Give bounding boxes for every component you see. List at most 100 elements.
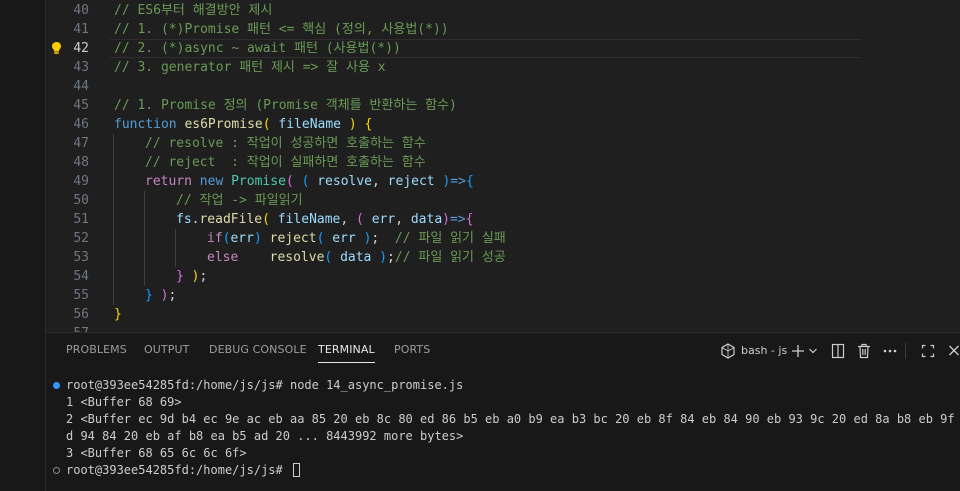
- code-token: fs: [176, 212, 192, 227]
- code-token: (: [262, 117, 271, 132]
- code-line[interactable]: 42 // 2. (*)async ~ await 패턴 (사용법(*)): [46, 39, 960, 58]
- code-line[interactable]: 43 // 3. generator 패턴 제시 => 잘 사용 x: [46, 58, 960, 77]
- indent-guide: [144, 191, 145, 286]
- line-number: 40: [73, 3, 89, 18]
- tab-problems[interactable]: PROBLEMS: [66, 343, 127, 356]
- code-line[interactable]: 44: [46, 77, 960, 96]
- code-line[interactable]: 56}: [46, 305, 960, 324]
- code-text: fs.readFile( fileName, ( err, data)=>{: [176, 210, 473, 229]
- code-line[interactable]: 49 return new Promise( ( resolve, reject …: [46, 172, 960, 191]
- code-token: resolve: [309, 174, 373, 189]
- code-text: function es6Promise( fileName ) {: [114, 115, 372, 134]
- terminal-cursor[interactable]: [292, 463, 300, 477]
- code-text: // 작업 -> 파일읽기: [176, 191, 303, 210]
- code-token: es6Promise: [184, 117, 263, 132]
- close-panel-button[interactable]: [948, 342, 960, 360]
- indent-guide: [175, 229, 176, 267]
- trash-icon: [857, 342, 871, 360]
- code-line[interactable]: 53 else resolve( data );// 파일 읽기 성공: [46, 248, 960, 267]
- line-number: 49: [73, 174, 89, 189]
- code-line[interactable]: 41 // 1. (*)Promise 패턴 <= 핵심 (정의, 사용법(*)): [46, 20, 960, 39]
- code-token: return: [145, 174, 192, 189]
- plus-icon: [791, 342, 805, 360]
- code-text: // 1. Promise 정의 (Promise 객체를 반환하는 함수): [114, 96, 457, 115]
- command-success-decoration-icon[interactable]: [53, 382, 60, 389]
- tab-debug-console[interactable]: DEBUG CONSOLE: [209, 343, 307, 356]
- line-number: 42: [73, 41, 89, 56]
- terminal-line-text: root@393ee54285fd:/home/js/js# node 14_a…: [66, 378, 464, 392]
- code-token: =>: [450, 174, 466, 189]
- line-number: 57: [46, 324, 89, 332]
- code-line[interactable]: 51 fs.readFile( fileName, ( err, data)=>{: [46, 210, 960, 229]
- code-text: return new Promise( ( resolve, reject )=…: [145, 172, 474, 191]
- line-number: 48: [73, 155, 89, 170]
- terminal-output[interactable]: root@393ee54285fd:/home/js/js# node 14_a…: [52, 377, 960, 479]
- code-token: {: [465, 212, 474, 227]
- tab-ports[interactable]: PORTS: [394, 343, 430, 356]
- code-line[interactable]: 40 // ES6부터 해결방안 제시: [46, 1, 960, 20]
- code-line[interactable]: 47 // resolve : 작업이 성공하면 호출하는 함수: [46, 134, 960, 153]
- code-line[interactable]: 50 // 작업 -> 파일읽기: [46, 191, 960, 210]
- code-line[interactable]: 48 // reject : 작업이 실패하면 호출하는 함수: [46, 153, 960, 172]
- code-line[interactable]: 46 function es6Promise( fileName ) {: [46, 115, 960, 134]
- code-line[interactable]: 55} );: [46, 286, 960, 305]
- new-terminal-button[interactable]: [791, 342, 805, 360]
- terminal-line: 2 <Buffer ec 9d b4 ec 9e ac eb aa 85 20 …: [52, 411, 960, 428]
- line-number: 51: [73, 212, 89, 227]
- code-token: function: [114, 117, 177, 132]
- line-number: 50: [73, 193, 89, 208]
- tab-terminal[interactable]: TERMINAL: [318, 343, 375, 363]
- code-token: // 파일 읽기 성공: [394, 250, 506, 265]
- line-number: 55: [73, 288, 89, 303]
- code-token: }: [145, 288, 153, 303]
- code-token: (: [356, 212, 364, 227]
- terminal-text: root@393ee54285fd:/home/js/js#: [66, 462, 300, 479]
- code-token: // 2. (*)async ~ await 패턴 (사용법(*)): [114, 41, 401, 56]
- code-editor[interactable]: 40 // ES6부터 해결방안 제시 41 // 1. (*)Promise 패턴 …: [46, 0, 960, 332]
- code-token: // 작업 -> 파일읽기: [176, 193, 303, 208]
- toolbar-divider: [905, 343, 906, 359]
- terminal-line-text: 3 <Buffer 68 65 6c 6c 6f>: [66, 446, 247, 460]
- terminal-line: d 94 84 20 eb af b8 ea b5 ad 20 ... 8443…: [52, 428, 960, 445]
- code-line[interactable]: 57: [46, 324, 960, 332]
- terminal-profiles-dropdown[interactable]: [808, 342, 818, 360]
- code-text: // 2. (*)async ~ await 패턴 (사용법(*)): [114, 39, 401, 58]
- code-token: // 1. Promise 정의 (Promise 객체를 반환하는 함수): [114, 98, 457, 113]
- code-token: fileName: [269, 212, 341, 227]
- code-token: readFile: [199, 212, 263, 227]
- code-text: }: [114, 305, 122, 324]
- code-token: (: [262, 212, 270, 227]
- code-line[interactable]: 54} );: [46, 267, 960, 286]
- terminal-name-label: bash - js: [741, 344, 788, 357]
- terminal-text: 3 <Buffer 68 65 6c 6c 6f>: [66, 445, 247, 462]
- code-token: // 파일 읽기 실패: [394, 231, 506, 246]
- terminal-more-actions-button[interactable]: [882, 342, 898, 360]
- terminal-line: root@393ee54285fd:/home/js/js# node 14_a…: [52, 377, 960, 394]
- code-token: {: [364, 117, 373, 132]
- tab-output[interactable]: OUTPUT: [144, 343, 189, 356]
- code-line[interactable]: 52 if(err) reject( err ); // 파일 읽기 실패: [46, 229, 960, 248]
- code-line[interactable]: 45 // 1. Promise 정의 (Promise 객체를 반환하는 함수): [46, 96, 960, 115]
- bottom-panel: PROBLEMS OUTPUT DEBUG CONSOLE TERMINAL PORTS…: [46, 332, 960, 491]
- terminal-text: d 94 84 20 eb af b8 ea b5 ad 20 ... 8443…: [66, 428, 463, 445]
- code-text: // resolve : 작업이 성공하면 호출하는 함수: [145, 134, 426, 153]
- activity-bar: [0, 0, 46, 491]
- split-terminal-button[interactable]: [831, 342, 845, 360]
- code-token: ;: [199, 269, 208, 284]
- kill-terminal-button[interactable]: [857, 342, 871, 360]
- maximize-panel-button[interactable]: [921, 342, 935, 360]
- code-token: ,: [340, 212, 357, 227]
- terminal-line: 1 <Buffer 68 69>: [52, 394, 960, 411]
- line-number: 45: [73, 98, 89, 113]
- code-token: data: [410, 212, 443, 227]
- code-token: else: [207, 250, 239, 265]
- terminal-text: 1 <Buffer 68 69>: [66, 394, 182, 411]
- code-token: ;: [387, 250, 395, 265]
- command-pending-decoration-icon[interactable]: [53, 467, 60, 474]
